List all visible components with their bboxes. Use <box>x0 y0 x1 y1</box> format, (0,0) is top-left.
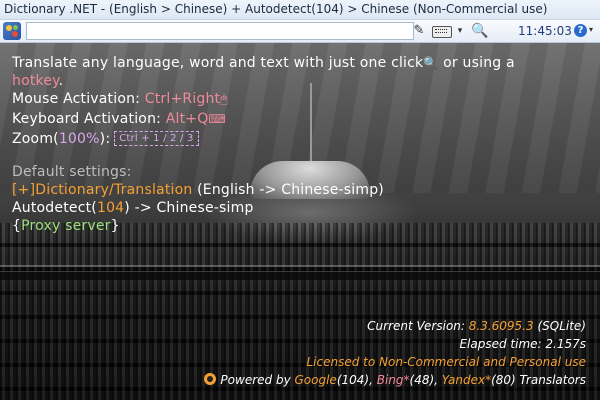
keyboard-activation-label: Keyboard Activation: <box>12 111 166 127</box>
dictionary-row: [+]Dictionary/Translation (English -> Ch… <box>12 182 384 198</box>
intro-dot: . <box>58 73 64 89</box>
clock-label: 11:45:03 <box>518 24 572 38</box>
toolbar: ✎ ▾ 🔍 11:45:03 ? ▾ <box>0 20 600 43</box>
proxy-row: {Proxy server} <box>12 218 120 234</box>
proxy-close-brace: } <box>110 218 120 234</box>
license-link[interactable]: Licensed to Non-Commercial and Personal … <box>306 355 586 369</box>
main-panel: Translate any language, word and text wi… <box>0 43 600 400</box>
keyboard-hotkey-icon: ⌨ <box>208 112 226 126</box>
keyboard-activation-row: Keyboard Activation: Alt+Q⌨ <box>12 111 226 127</box>
app-window: Dictionary .NET - (English > Chinese) + … <box>0 0 600 400</box>
intro-text-2: or using a <box>438 55 515 71</box>
pen-icon[interactable]: ✎ <box>411 23 427 39</box>
bing-link[interactable]: Bing* <box>377 373 410 387</box>
zoom-label: Zoom( <box>12 131 59 147</box>
google-link[interactable]: Google <box>294 373 336 387</box>
mouse-activation-value[interactable]: Ctrl+Right <box>145 91 221 107</box>
app-logo-icon[interactable] <box>3 22 21 40</box>
version-db: (SQLite) <box>533 319 586 333</box>
bing-count: (48), <box>409 373 442 387</box>
zoom-shortcut-box[interactable]: Ctrl + 1 / 2 / 3 <box>114 131 199 146</box>
search-input[interactable] <box>26 22 414 40</box>
version-value[interactable]: 8.3.6095.3 <box>469 319 534 333</box>
mouse-icon: 🖱 <box>220 92 228 106</box>
translator-engine-icon <box>204 373 217 385</box>
keyboard-icon[interactable] <box>432 26 452 38</box>
proxy-open-brace: { <box>12 218 22 234</box>
mouse-activation-row: Mouse Activation: Ctrl+Right🖱 <box>12 91 228 107</box>
keyboard-activation-value[interactable]: Alt+Q <box>166 111 209 127</box>
elapsed-time: Elapsed time: 2.157s <box>459 337 586 351</box>
hotkey-link[interactable]: hotkey <box>12 73 59 89</box>
version-info: Current Version: 8.3.6095.3 (SQLite) <box>367 319 586 333</box>
zoom-value[interactable]: 100% <box>59 131 100 147</box>
autodetect-row: Autodetect(104) -> Chinese-simp <box>12 200 254 216</box>
language-pair: (English -> Chinese-simp) <box>192 182 384 198</box>
welcome-content: Translate any language, word and text wi… <box>0 43 600 400</box>
intro-line-1: Translate any language, word and text wi… <box>12 55 515 71</box>
dictionary-translation-link[interactable]: [+]Dictionary/Translation <box>12 182 192 198</box>
zoom-close: ): <box>99 131 111 147</box>
help-dropdown-icon[interactable]: ▾ <box>589 25 593 34</box>
default-settings-heading: Default settings: <box>12 164 132 180</box>
window-title: Dictionary .NET - (English > Chinese) + … <box>4 2 548 16</box>
mouse-activation-label: Mouse Activation: <box>12 91 145 107</box>
help-icon[interactable]: ? <box>574 24 587 37</box>
search-icon[interactable]: 🔍 <box>471 23 489 39</box>
yandex-link[interactable]: Yandex* <box>442 373 491 387</box>
autodetect-suffix: ) -> Chinese-simp <box>124 200 254 216</box>
powered-prefix: Powered by <box>220 373 295 387</box>
intro-text: Translate any language, word and text wi… <box>12 55 424 71</box>
chevron-down-icon[interactable]: ▾ <box>455 23 465 39</box>
zoom-row: Zoom(100%): Ctrl + 1 / 2 / 3 <box>12 131 199 147</box>
google-count: (104), <box>336 373 377 387</box>
yandex-count: (80) Translators <box>491 373 586 387</box>
click-icon: 🔍 <box>423 56 439 70</box>
intro-line-2: hotkey. <box>12 73 63 89</box>
version-label: Current Version: <box>367 319 469 333</box>
title-bar: Dictionary .NET - (English > Chinese) + … <box>0 0 600 20</box>
autodetect-prefix: Autodetect( <box>12 200 97 216</box>
powered-by-row: Powered by Google(104), Bing*(48), Yande… <box>204 373 586 387</box>
proxy-server-link[interactable]: Proxy server <box>21 218 111 234</box>
autodetect-count[interactable]: 104 <box>97 200 124 216</box>
